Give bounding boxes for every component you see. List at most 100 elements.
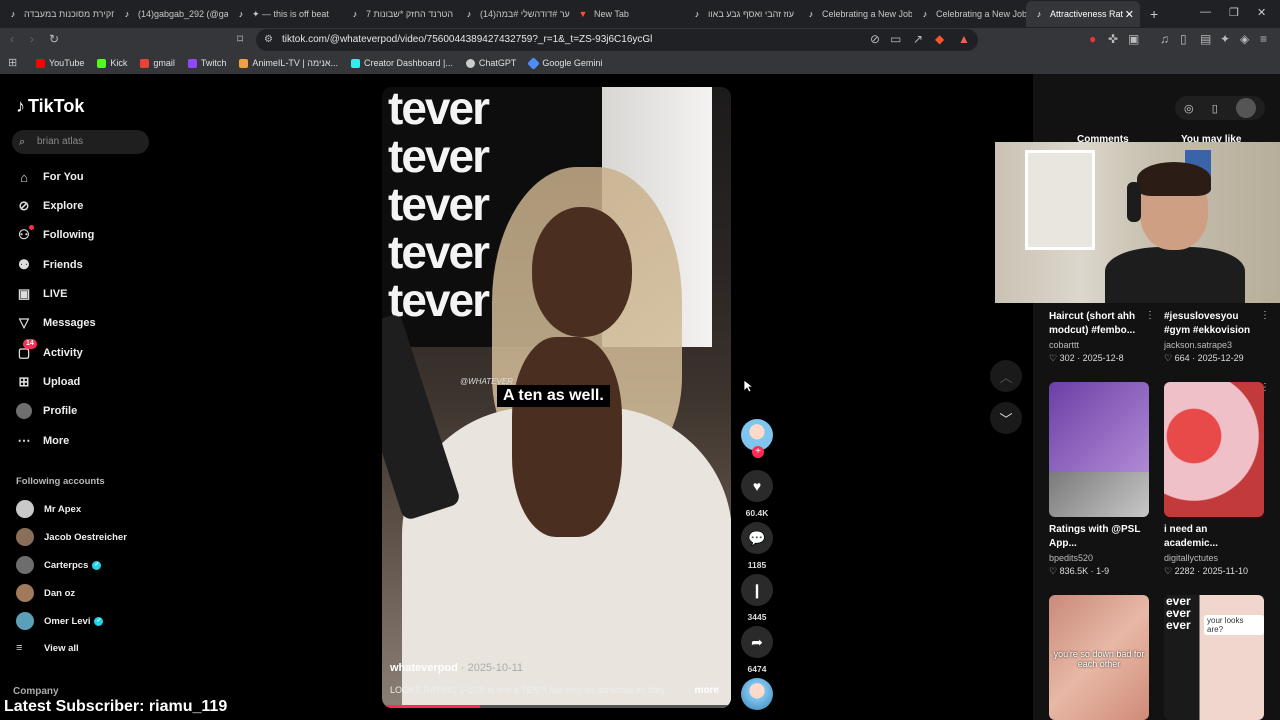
account-dan-oz[interactable]: Dan oz: [16, 584, 75, 602]
site-settings-icon[interactable]: ⚙: [264, 29, 273, 51]
browser-tab[interactable]: ♪ הטרנד החזק *שבונות 7: [342, 1, 456, 27]
brave-rewards-icon[interactable]: ▲: [958, 32, 970, 46]
bookmark-gemini[interactable]: Google Gemini: [527, 56, 602, 70]
user-avatar[interactable]: [1235, 98, 1256, 118]
recommended-video-card[interactable]: Haircut (short ahh modcut) #fembo... cob…: [1049, 310, 1155, 364]
new-tab-plus-icon[interactable]: +: [1150, 6, 1158, 22]
recommended-video-card[interactable]: i need an academic... digitallyctutes ♡ …: [1164, 382, 1270, 577]
apps-grid-icon[interactable]: ⊞: [8, 56, 17, 69]
save-button[interactable]: ❙ 3445: [741, 574, 773, 622]
search-input[interactable]: ⌕ brian atlas: [12, 130, 149, 154]
card-options-icon[interactable]: ⋮: [1145, 310, 1155, 321]
video-progress-bar[interactable]: [382, 705, 731, 708]
nav-more[interactable]: ⋯ More: [16, 433, 70, 449]
close-window-icon[interactable]: ✕: [1257, 6, 1266, 19]
card-options-icon[interactable]: ⋮: [1260, 310, 1270, 321]
messages-icon: ▽: [19, 315, 29, 330]
bookmark-animeil[interactable]: AnimeIL-TV | אנימה...: [239, 58, 338, 68]
music-disc-avatar[interactable]: [741, 678, 773, 710]
browser-tab-new-tab[interactable]: ▼ New Tab: [570, 1, 684, 27]
account-jacob-oestreicher[interactable]: Jacob Oestreicher: [16, 528, 127, 546]
minimize-icon[interactable]: —: [1200, 6, 1211, 18]
sidebar-icon[interactable]: ▯: [1180, 32, 1187, 46]
record-extension-icon[interactable]: ●: [1089, 32, 1096, 46]
vpn-icon[interactable]: ◈: [1240, 32, 1249, 46]
cast-icon[interactable]: ▭: [890, 32, 901, 46]
screenshot-icon[interactable]: ▣: [1128, 32, 1139, 46]
leo-ai-icon[interactable]: ✦: [1220, 32, 1230, 46]
device-icon[interactable]: ▯: [1212, 102, 1218, 115]
bookmark-kick[interactable]: Kick: [97, 58, 127, 68]
view-all-link[interactable]: ≡ View all: [16, 642, 79, 654]
tiktok-logo[interactable]: ♪ TikTok: [16, 96, 84, 117]
browser-tab[interactable]: ♪ ✦ — this is off beat: [228, 1, 342, 27]
recommended-video-card[interactable]: ever ever ever your looks are?: [1164, 595, 1264, 720]
bookmark-twitch[interactable]: Twitch: [187, 58, 226, 68]
nav-messages[interactable]: ▽ Messages: [16, 315, 96, 331]
video-player[interactable]: tever tever tever tever tever @WHATEVER …: [382, 87, 731, 708]
heart-outline-icon: ♡: [1049, 566, 1060, 576]
forward-icon[interactable]: ›: [30, 32, 34, 46]
music-icon[interactable]: ♫: [1160, 32, 1169, 46]
browser-tab-active[interactable]: ♪ Attractiveness Rat ✕: [1026, 1, 1140, 27]
nav-friends[interactable]: ⚉ Friends: [16, 257, 83, 273]
notification-dot: [29, 225, 34, 230]
more-button[interactable]: more: [695, 685, 719, 696]
browser-tab[interactable]: ♪ Celebrating a New Job: [912, 1, 1026, 27]
heart-outline-icon: ♡: [1049, 353, 1060, 363]
account-mr-apex[interactable]: Mr Apex: [16, 500, 81, 518]
video-date: · 2025-10-11: [460, 662, 524, 674]
recommended-video-card[interactable]: #jesuslovesyou #gym #ekkovision jackson.…: [1164, 310, 1270, 364]
nav-profile[interactable]: Profile: [16, 403, 77, 419]
reload-icon[interactable]: ↻: [49, 32, 59, 46]
comment-button[interactable]: 💬 1185: [741, 522, 773, 570]
close-tab-icon[interactable]: ✕: [1125, 8, 1134, 21]
previous-video-button[interactable]: ︿: [990, 360, 1022, 392]
browser-tab[interactable]: ♪ Celebrating a New Job: [798, 1, 912, 27]
video-author[interactable]: whateverpod · 2025-10-11: [390, 662, 523, 674]
nav-upload[interactable]: ⊞ Upload: [16, 374, 81, 390]
back-icon[interactable]: ‹: [10, 32, 14, 46]
company-link[interactable]: Company: [13, 686, 59, 697]
nav-for-you[interactable]: ⌂ For You: [16, 169, 83, 185]
avatar: [16, 556, 34, 574]
maximize-icon[interactable]: ❐: [1229, 6, 1239, 19]
card-thumbnail: ever ever ever your looks are?: [1164, 595, 1264, 720]
bookmark-youtube[interactable]: YouTube: [36, 58, 84, 68]
wallet-icon[interactable]: ▤: [1200, 32, 1211, 46]
follow-plus-icon[interactable]: +: [752, 446, 764, 458]
share-icon[interactable]: ↗: [913, 32, 923, 46]
tiktok-logo-icon: ♪: [16, 96, 25, 116]
card-thumbnail: [1049, 382, 1149, 517]
bookmark-icon[interactable]: ⌑: [237, 32, 243, 46]
account-carterpcs[interactable]: Carterpcs ✓: [16, 556, 102, 574]
coin-icon[interactable]: ◎: [1184, 102, 1194, 115]
next-video-button[interactable]: ﹀: [990, 402, 1022, 434]
avatar: [16, 612, 34, 630]
like-button[interactable]: ♥ 60.4K: [741, 470, 773, 518]
nav-live[interactable]: ▣ LIVE: [16, 286, 68, 302]
bookmark-gmail[interactable]: gmail: [140, 58, 175, 68]
browser-tab[interactable]: ♪ עוז זהבי ואסף גבע באוו: [684, 1, 798, 27]
recommended-video-card[interactable]: you're so down bad for each other: [1049, 595, 1149, 720]
bookmark-chatgpt[interactable]: ChatGPT: [465, 58, 516, 68]
menu-icon[interactable]: ≡: [1260, 32, 1267, 46]
card-options-icon[interactable]: ⋮: [1260, 382, 1270, 393]
recommended-video-card[interactable]: Ratings with @PSL App... bpedits520 ♡ 83…: [1049, 382, 1149, 577]
tiktok-favicon-icon: ♪: [238, 9, 244, 19]
profile-icon: [16, 403, 32, 419]
nav-activity[interactable]: ▢ 14 Activity: [16, 339, 83, 361]
account-omer-levi[interactable]: Omer Levi ✓: [16, 612, 104, 630]
list-icon: ≡: [16, 642, 23, 654]
browser-tab[interactable]: ♪ חקירת מסוכנות במעבדה: [0, 1, 114, 27]
brave-shields-icon[interactable]: ◆: [935, 32, 944, 46]
bookmark-creator-dashboard[interactable]: Creator Dashboard |...: [351, 58, 453, 68]
nav-explore[interactable]: ⊘ Explore: [16, 198, 84, 214]
nav-following[interactable]: ⚇ Following: [16, 225, 94, 243]
media-off-icon[interactable]: ⊘: [870, 32, 880, 46]
browser-tab[interactable]: ♪ (14)gabgab_292 (@gal: [114, 1, 228, 27]
thumbnail-top: [1049, 382, 1149, 472]
extensions-icon[interactable]: ✜: [1108, 32, 1118, 46]
browser-tab[interactable]: ♪(14)שיער #דודהשלי #במה: [456, 1, 570, 27]
share-button[interactable]: ➦ 6474: [741, 626, 773, 674]
